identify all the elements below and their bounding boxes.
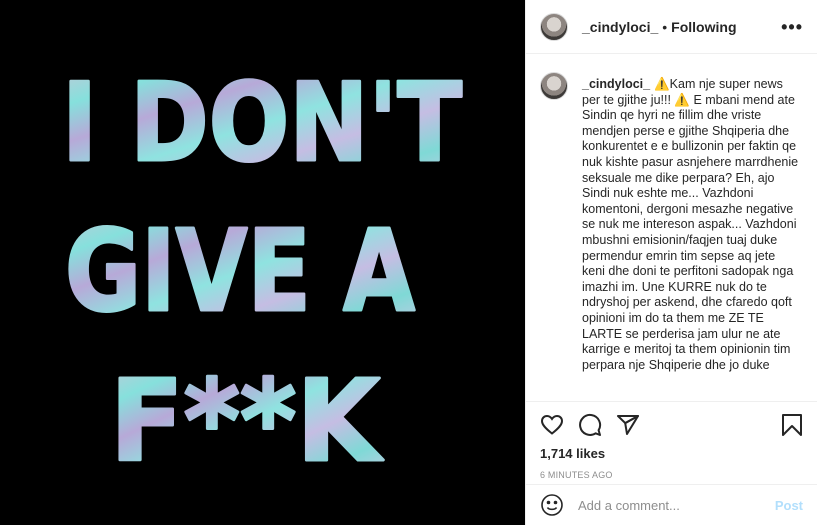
more-horizontal-icon[interactable]: ••• — [781, 18, 803, 36]
caption-text-block: _cindyloci_ ⚠️Kam nje super news per te g… — [582, 68, 801, 401]
share-icon[interactable] — [616, 413, 640, 437]
post-timestamp[interactable]: 6 MINUTES AGO — [526, 461, 817, 480]
author-avatar[interactable] — [540, 12, 568, 41]
comment-input[interactable] — [576, 496, 775, 514]
author-username[interactable]: _cindyloci_ — [582, 19, 658, 35]
comment-bar: Post — [526, 484, 817, 525]
smiley-icon[interactable] — [540, 493, 564, 517]
post-footer: 1,714 likes 6 MINUTES AGO — [526, 401, 817, 480]
post-comment-button[interactable]: Post — [775, 498, 803, 513]
instagram-post: I DON'T GIVE A F**K _cindyloci_ • Follow… — [0, 0, 817, 525]
post-image[interactable]: I DON'T GIVE A F**K — [0, 0, 525, 525]
slogan-line-2: GIVE A — [65, 207, 415, 337]
slogan-graphic: I DON'T GIVE A F**K — [61, 60, 464, 489]
like-count[interactable]: 1,714 likes — [526, 440, 817, 461]
action-bar — [526, 402, 817, 440]
caption-body: ⚠️Kam nje super news per te gjithe ju!!!… — [582, 77, 799, 372]
post-header: _cindyloci_ • Following ••• — [526, 0, 817, 54]
slogan-line-1: I DON'T — [62, 61, 462, 186]
bookmark-icon[interactable] — [781, 413, 803, 437]
post-side-panel: _cindyloci_ • Following ••• _cindyloci_ ⚠… — [525, 0, 817, 525]
following-button[interactable]: Following — [671, 19, 736, 35]
caption-area: _cindyloci_ ⚠️Kam nje super news per te g… — [526, 68, 817, 401]
heart-icon[interactable] — [540, 413, 564, 437]
comment-icon[interactable] — [578, 413, 602, 437]
caption-username[interactable]: _cindyloci_ — [582, 77, 650, 91]
header-separator: • — [662, 18, 668, 35]
caption-avatar[interactable] — [540, 72, 568, 100]
slogan-line-3: F**K — [110, 357, 384, 487]
